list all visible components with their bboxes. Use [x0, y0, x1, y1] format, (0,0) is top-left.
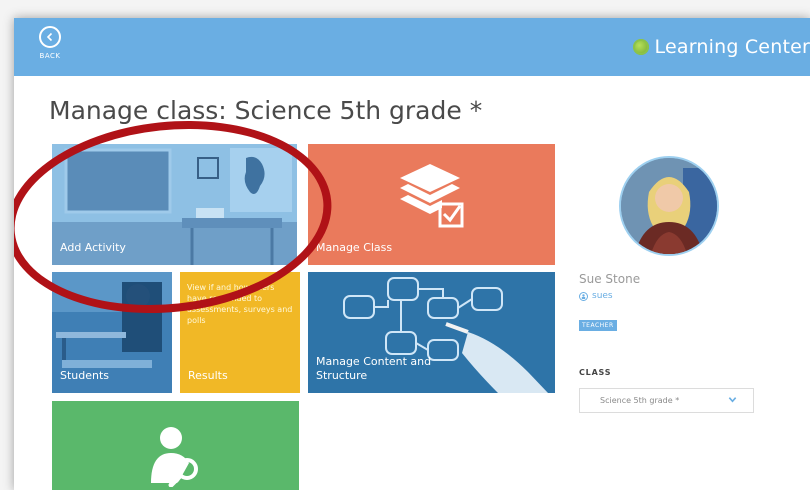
manage-content-tile[interactable]: Manage Content and Structure: [308, 272, 555, 393]
manage-class-tile[interactable]: Manage Class: [308, 144, 555, 265]
app-window: BACK Learning Center Manage class: Scien…: [14, 18, 810, 490]
add-activity-tile[interactable]: Add Activity: [52, 144, 297, 265]
brand: Learning Center: [632, 32, 810, 62]
back-label: BACK: [39, 52, 61, 60]
role-badge: TEACHER: [579, 320, 617, 331]
user-circle-icon: [579, 291, 588, 301]
chevron-down-icon: [728, 397, 737, 403]
page-title: Manage class: Science 5th grade *: [49, 96, 483, 125]
back-button[interactable]: BACK: [32, 26, 68, 70]
manage-content-label: Manage Content and Structure: [316, 355, 432, 382]
class-label: CLASS: [579, 368, 612, 377]
results-description: View if and how users have responded to …: [187, 283, 293, 325]
user-handle[interactable]: sues: [579, 291, 613, 301]
back-arrow-icon: [39, 26, 61, 48]
top-bar: BACK Learning Center: [14, 18, 810, 76]
user-search-tile[interactable]: [52, 401, 299, 490]
students-label: Students: [60, 369, 110, 382]
manage-class-label: Manage Class: [316, 241, 393, 254]
students-tile[interactable]: Students: [52, 272, 172, 393]
learning-center-logo-icon: [632, 39, 649, 55]
add-activity-label: Add Activity: [60, 241, 126, 254]
class-select[interactable]: Science 5th grade *: [579, 388, 754, 413]
avatar-photo: [621, 158, 717, 254]
results-tile[interactable]: View if and how users have responded to …: [180, 272, 300, 393]
user-name: Sue Stone: [579, 272, 641, 286]
layers-check-icon: [400, 164, 464, 228]
user-handle-text: sues: [592, 291, 613, 301]
class-select-value: Science 5th grade *: [600, 396, 680, 405]
user-search-icon: [151, 427, 198, 487]
brand-name: Learning Center: [654, 36, 810, 58]
avatar[interactable]: [619, 156, 719, 256]
results-label: Results: [188, 369, 228, 382]
